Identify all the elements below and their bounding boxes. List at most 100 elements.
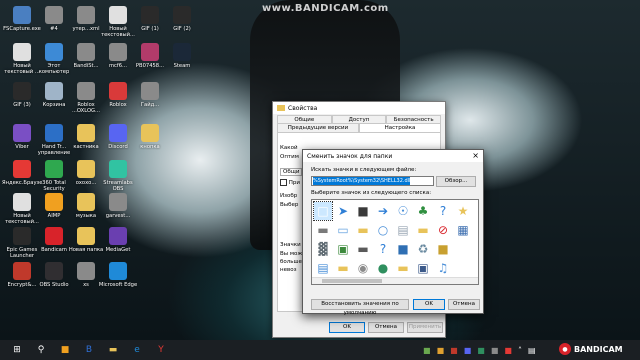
monitor-icon[interactable]: ▣ [414, 259, 432, 277]
tray-app2-icon[interactable]: ■ [437, 346, 445, 355]
change-icon-cancel-button[interactable]: Отмена [448, 299, 480, 310]
change-icon-ok-button[interactable]: OK [413, 299, 445, 310]
help-icon[interactable]: ? [374, 240, 392, 258]
file-icon [45, 6, 63, 24]
edge-icon [109, 262, 127, 280]
globe-icon[interactable]: ● [374, 259, 392, 277]
properties-title: Свойства [288, 104, 318, 112]
search-icon[interactable]: ⚲ [30, 340, 52, 360]
recycle-bin-icon [45, 82, 63, 100]
folder-search-icon[interactable]: ▬ [354, 221, 372, 239]
tray-app6-icon[interactable]: ■ [491, 346, 499, 355]
floppy-icon[interactable]: ■ [354, 202, 372, 220]
task-explorer-icon[interactable]: ▬ [102, 340, 124, 360]
properties-apply-button[interactable]: Применить [407, 322, 443, 333]
icon-list[interactable]: □ ▬ ▓ ▤ ➤ ▭ ▣ ▬ ■ ▬ ▬ ◉ ➔ ○? ● ☉ ▤ ■ ▬ ♣ ▬ ♻ ▣? ⊘ ■ ♫ ★ ▦ [311, 199, 479, 285]
window-icon[interactable]: ▭ [334, 221, 352, 239]
desktop-icon[interactable]: MediaGet [98, 227, 138, 253]
close-icon[interactable]: × [472, 151, 479, 160]
recycle-bin-icon[interactable]: ♻ [414, 240, 432, 258]
file-icon [77, 6, 95, 24]
tray-chevron-icon[interactable]: ˄ [518, 346, 522, 355]
apply-subfolders-checkbox[interactable]: При [280, 179, 300, 186]
browse-button[interactable]: Обзор... [436, 176, 476, 187]
music-icon[interactable]: ♫ [434, 259, 452, 277]
panel-text-1: Какой [280, 145, 298, 151]
folder-icon [277, 105, 285, 111]
icon-file-path-input[interactable]: %SystemRoot%\System32\SHELL32.dll [311, 176, 434, 186]
computer-icon[interactable]: ■ [394, 240, 412, 258]
obs-icon [109, 160, 127, 178]
tray-app5-icon[interactable]: ■ [477, 346, 485, 355]
tray-app3-icon[interactable]: ■ [450, 346, 458, 355]
blank-page-icon[interactable]: □ [313, 201, 333, 221]
properties-ok-button[interactable]: OK [329, 322, 365, 333]
change-icon-dialog: Сменить значок для папки × Искать значки… [302, 149, 484, 316]
desktop-icon[interactable]: Гайд... [130, 82, 170, 108]
text-file-icon [13, 193, 31, 211]
tree-icon[interactable]: ♣ [414, 202, 432, 220]
desktop-icon[interactable]: GIF (2) [162, 6, 202, 32]
task-browser-icon[interactable]: B [78, 340, 100, 360]
cd-drive-icon[interactable]: ◉ [354, 259, 372, 277]
task-edge-icon[interactable]: e [126, 340, 148, 360]
network-drive-icon[interactable]: ▬ [354, 240, 372, 258]
desktop-icon[interactable]: Microsoft Edge [98, 262, 138, 288]
drive-icon[interactable]: ▬ [314, 221, 332, 239]
bandicam-icon [45, 227, 63, 245]
folder-icon [77, 227, 95, 245]
star-icon[interactable]: ★ [454, 202, 472, 220]
text-file-icon [13, 43, 31, 61]
icon-list-scrollbar[interactable] [312, 277, 478, 284]
desktop-icon-label: Microsoft Edge [98, 282, 138, 288]
magnifier-icon[interactable]: ○ [374, 221, 392, 239]
tab-previous-versions[interactable]: Предыдущие версии [277, 123, 359, 132]
shield-icon [45, 160, 63, 178]
desktop-icon[interactable]: garvest... [98, 193, 138, 219]
app-icon [45, 124, 63, 142]
optimize-select[interactable]: Общи [280, 168, 303, 176]
file-icon [77, 43, 95, 61]
printer-icon[interactable]: ▓ [314, 240, 332, 258]
scrollbar-thumb[interactable] [322, 279, 382, 283]
file-icon [77, 82, 95, 100]
tray-app7-icon[interactable]: ■ [504, 346, 512, 355]
search-file-label: Искать значки в следующем файле: [311, 167, 417, 173]
folder-tree-icon[interactable]: ▬ [394, 259, 412, 277]
search-icon[interactable]: ☉ [394, 202, 412, 220]
mediaget-icon [109, 227, 127, 245]
bandicam-label: BANDICAM [574, 344, 623, 354]
task-app-icon[interactable]: ■ [54, 340, 76, 360]
document-2-icon[interactable]: ▤ [394, 221, 412, 239]
no-entry-icon[interactable]: ⊘ [434, 221, 452, 239]
desktop-icon[interactable]: Steam [162, 43, 202, 69]
checkbox-label: При [288, 180, 300, 186]
desktop-icon-label: GIF (2) [173, 26, 191, 32]
taskbar: ⊞ ⚲ ■ B ▬ e Y [0, 340, 640, 360]
desktop-icon[interactable]: Streamlabs OBS [98, 160, 138, 192]
system-tray: ■ ■ ■ ■ ■ ■ ■ ˄ ▤ [420, 340, 539, 360]
tray-app1-icon[interactable]: ■ [423, 346, 431, 355]
tab-customize[interactable]: Настройка [359, 123, 441, 132]
desktop-icon-label: MediaGet [105, 247, 131, 253]
panel-text-5: Изобр [280, 193, 298, 199]
chip-icon[interactable]: ▣ [334, 240, 352, 258]
tray-network-icon[interactable]: ▤ [528, 346, 536, 355]
desktop-icon[interactable]: кнопка [130, 124, 170, 150]
lock-icon[interactable]: ■ [434, 240, 452, 258]
help-circle-icon[interactable]: ? [434, 202, 452, 220]
folder-2-icon[interactable]: ▬ [414, 221, 432, 239]
folder-icon[interactable]: ▬ [334, 259, 352, 277]
grid-icon[interactable]: ▦ [454, 221, 472, 239]
file-icon [141, 82, 159, 100]
aimp-icon [45, 193, 63, 211]
arrow-right-icon[interactable]: ➔ [374, 202, 392, 220]
task-yandex-icon[interactable]: Y [150, 340, 172, 360]
restore-defaults-button[interactable]: Восстановить значения по умолчанию [311, 299, 409, 316]
checkbox-box[interactable] [280, 179, 287, 186]
start-icon[interactable]: ⊞ [6, 340, 28, 360]
tray-app4-icon[interactable]: ■ [464, 346, 472, 355]
arrow-icon[interactable]: ➤ [334, 202, 352, 220]
properties-cancel-button[interactable]: Отмена [368, 322, 404, 333]
document-icon[interactable]: ▤ [314, 259, 332, 277]
